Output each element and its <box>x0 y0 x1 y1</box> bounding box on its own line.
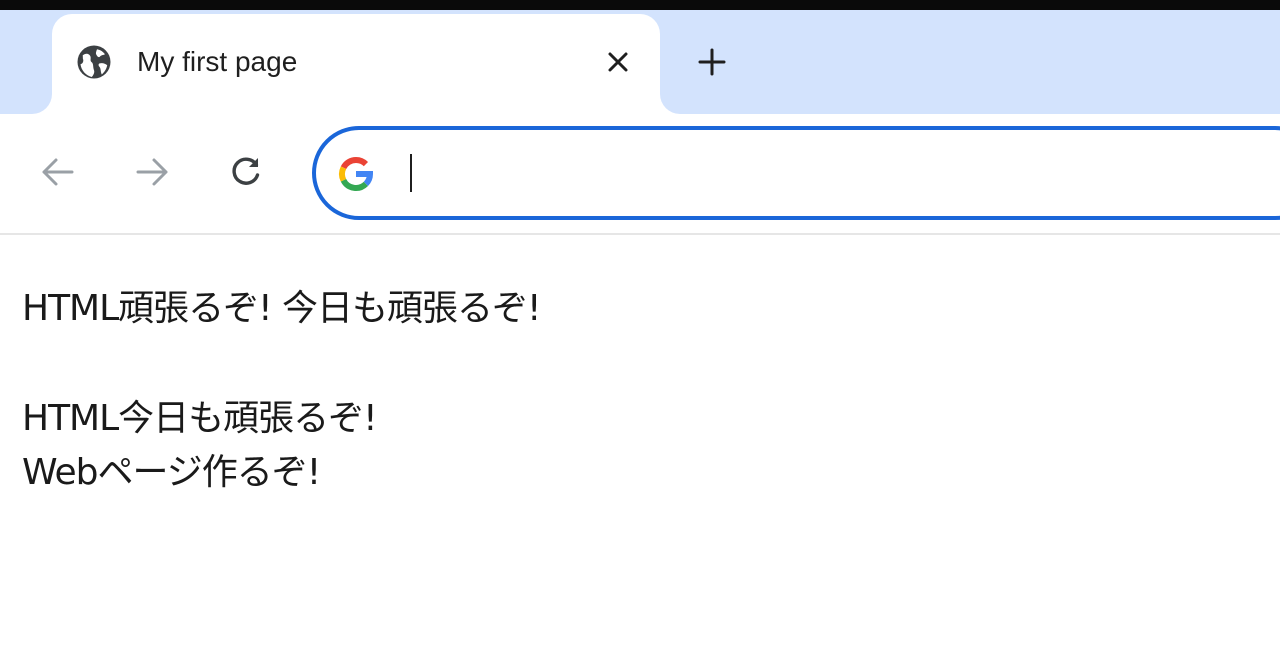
browser-window: My first page HTML頑張るぞ! 今日も頑張るぞ! HTML今日も… <box>0 0 1280 669</box>
text-caret <box>410 154 412 192</box>
window-top-edge <box>0 0 1280 10</box>
paragraph-1: HTML頑張るぞ! 今日も頑張るぞ! <box>22 282 1262 336</box>
plus-icon[interactable] <box>692 42 732 82</box>
reload-icon[interactable] <box>224 150 268 194</box>
paragraph-2-line-1: HTML今日も頑張るぞ! <box>22 398 378 439</box>
arrow-right-icon[interactable] <box>130 150 174 194</box>
close-icon[interactable] <box>600 44 636 80</box>
tab-curve-left <box>32 94 52 114</box>
arrow-left-icon[interactable] <box>36 150 80 194</box>
paragraph-1-line-1: HTML頑張るぞ! 今日も頑張るぞ! <box>22 288 542 329</box>
toolbar-divider <box>0 233 1280 235</box>
paragraph-2: HTML今日も頑張るぞ! Webページ作るぞ! <box>22 392 1262 500</box>
page-content: HTML頑張るぞ! 今日も頑張るぞ! HTML今日も頑張るぞ! Webページ作る… <box>22 282 1262 500</box>
address-input[interactable] <box>396 150 1256 196</box>
globe-icon <box>77 45 111 79</box>
paragraph-2-line-2: Webページ作るぞ! <box>22 452 321 493</box>
google-g-icon <box>339 157 374 191</box>
tab-curve-right <box>660 94 680 114</box>
tab-title: My first page <box>137 46 298 77</box>
